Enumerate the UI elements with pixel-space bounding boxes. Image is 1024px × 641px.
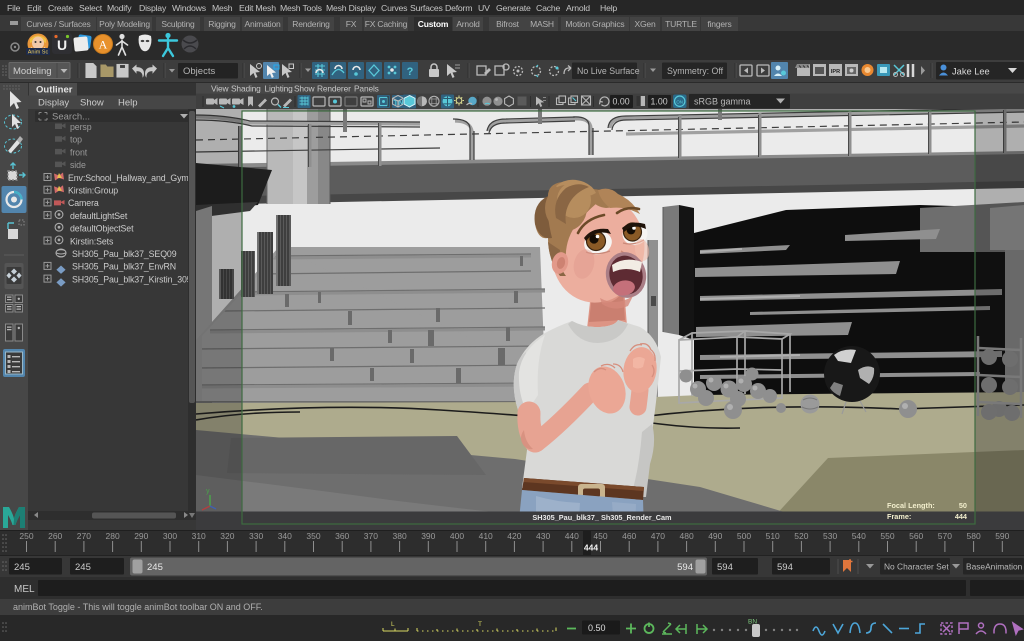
svg-text:BaseAnimation: BaseAnimation bbox=[966, 562, 1023, 572]
svg-text:450: 450 bbox=[593, 531, 607, 541]
svg-text:245: 245 bbox=[75, 562, 91, 573]
svg-text:defaultLightSet: defaultLightSet bbox=[70, 211, 128, 221]
svg-text:594: 594 bbox=[677, 562, 693, 573]
svg-text:side: side bbox=[70, 160, 86, 170]
svg-text:480: 480 bbox=[680, 531, 694, 541]
svg-text:310: 310 bbox=[192, 531, 206, 541]
svg-text:MEL: MEL bbox=[14, 584, 35, 595]
svg-text:50: 50 bbox=[959, 501, 967, 510]
svg-text:Renderer: Renderer bbox=[317, 84, 351, 94]
svg-text:420: 420 bbox=[507, 531, 521, 541]
svg-text:?: ? bbox=[407, 66, 414, 78]
svg-text:530: 530 bbox=[823, 531, 837, 541]
svg-text:SH305_Pau_blk37_SEQ09: SH305_Pau_blk37_SEQ09 bbox=[72, 249, 177, 259]
svg-text:Shading: Shading bbox=[231, 84, 261, 94]
svg-text:SH305_Pau_blk37_Kirstin_305_la: SH305_Pau_blk37_Kirstin_305_latestRN bbox=[72, 274, 196, 284]
svg-text:320: 320 bbox=[220, 531, 234, 541]
svg-text:0.50: 0.50 bbox=[588, 623, 606, 633]
svg-text:280: 280 bbox=[106, 531, 120, 541]
svg-text:Jake Lee: Jake Lee bbox=[952, 67, 990, 77]
svg-text:IPR: IPR bbox=[831, 69, 840, 75]
svg-text:245: 245 bbox=[147, 562, 163, 573]
svg-text:SH305_Pau_blk37_ Sh305_Render_: SH305_Pau_blk37_ Sh305_Render_Cam bbox=[532, 513, 672, 522]
svg-text:Anim Sc: Anim Sc bbox=[28, 50, 49, 56]
svg-text:550: 550 bbox=[880, 531, 894, 541]
svg-text:Modeling: Modeling bbox=[13, 66, 52, 77]
svg-text:View: View bbox=[211, 84, 230, 94]
svg-text:350: 350 bbox=[306, 531, 320, 541]
svg-text:sRGB gamma: sRGB gamma bbox=[694, 97, 751, 107]
svg-text:520: 520 bbox=[794, 531, 808, 541]
svg-text:L: L bbox=[391, 621, 395, 628]
svg-text:front: front bbox=[70, 147, 88, 157]
svg-text:Search...: Search... bbox=[52, 112, 90, 123]
svg-text:Help: Help bbox=[118, 98, 138, 109]
svg-text:U: U bbox=[57, 37, 67, 53]
svg-text:Objects: Objects bbox=[183, 66, 215, 77]
svg-text:260: 260 bbox=[48, 531, 62, 541]
svg-text:250: 250 bbox=[19, 531, 33, 541]
svg-text:Frame:: Frame: bbox=[887, 512, 911, 521]
svg-text:persp: persp bbox=[70, 122, 92, 132]
svg-text:1.00: 1.00 bbox=[651, 97, 668, 107]
svg-text:245: 245 bbox=[14, 562, 30, 573]
svg-text:430: 430 bbox=[536, 531, 550, 541]
svg-text:440: 440 bbox=[565, 531, 579, 541]
svg-text:330: 330 bbox=[249, 531, 263, 541]
svg-text:270: 270 bbox=[77, 531, 91, 541]
svg-text:510: 510 bbox=[766, 531, 780, 541]
svg-text:580: 580 bbox=[967, 531, 981, 541]
svg-text:SH305_Pau_blk37_EnvRN: SH305_Pau_blk37_EnvRN bbox=[72, 262, 176, 272]
svg-text:Panels: Panels bbox=[354, 84, 379, 94]
svg-text:540: 540 bbox=[852, 531, 866, 541]
svg-text:y: y bbox=[206, 488, 210, 495]
svg-text:Display: Display bbox=[38, 98, 69, 109]
svg-text:470: 470 bbox=[651, 531, 665, 541]
svg-text:ON: ON bbox=[676, 100, 683, 105]
svg-text:Outliner: Outliner bbox=[36, 85, 73, 96]
svg-text:444: 444 bbox=[584, 543, 598, 553]
svg-text:290: 290 bbox=[134, 531, 148, 541]
svg-text:340: 340 bbox=[278, 531, 292, 541]
svg-text:370: 370 bbox=[364, 531, 378, 541]
svg-text:Camera: Camera bbox=[68, 198, 99, 208]
svg-text:0.00: 0.00 bbox=[613, 97, 630, 107]
svg-text:410: 410 bbox=[479, 531, 493, 541]
svg-text:594: 594 bbox=[777, 562, 793, 573]
svg-text:444: 444 bbox=[955, 512, 968, 521]
svg-text:Show: Show bbox=[294, 84, 315, 94]
svg-text:No Character Set: No Character Set bbox=[884, 562, 949, 572]
svg-text:Focal Length:: Focal Length: bbox=[887, 501, 935, 510]
svg-text:top: top bbox=[70, 135, 82, 145]
svg-text:360: 360 bbox=[335, 531, 349, 541]
svg-text:Kirstin:Sets: Kirstin:Sets bbox=[70, 236, 114, 246]
svg-text:Show: Show bbox=[80, 98, 104, 109]
svg-text:490: 490 bbox=[708, 531, 722, 541]
svg-text:T: T bbox=[478, 621, 482, 628]
svg-text:Lighting: Lighting bbox=[265, 84, 294, 94]
svg-text:590: 590 bbox=[995, 531, 1009, 541]
svg-text:300: 300 bbox=[163, 531, 177, 541]
svg-text:defaultObjectSet: defaultObjectSet bbox=[70, 224, 134, 234]
svg-text:500: 500 bbox=[737, 531, 751, 541]
svg-text:380: 380 bbox=[393, 531, 407, 541]
svg-text:Kirstin:Group: Kirstin:Group bbox=[68, 186, 118, 196]
svg-text:390: 390 bbox=[421, 531, 435, 541]
svg-text:594: 594 bbox=[717, 562, 733, 573]
svg-text:No Live Surface: No Live Surface bbox=[577, 66, 640, 76]
svg-text:560: 560 bbox=[909, 531, 923, 541]
svg-text:570: 570 bbox=[938, 531, 952, 541]
svg-text:Symmetry: Off: Symmetry: Off bbox=[667, 66, 724, 76]
svg-text:400: 400 bbox=[450, 531, 464, 541]
svg-text:Env:School_Hallway_and_Gym_Env: Env:School_Hallway_and_Gym_Environ bbox=[68, 173, 196, 183]
svg-text:460: 460 bbox=[622, 531, 636, 541]
svg-text:A: A bbox=[99, 38, 108, 52]
